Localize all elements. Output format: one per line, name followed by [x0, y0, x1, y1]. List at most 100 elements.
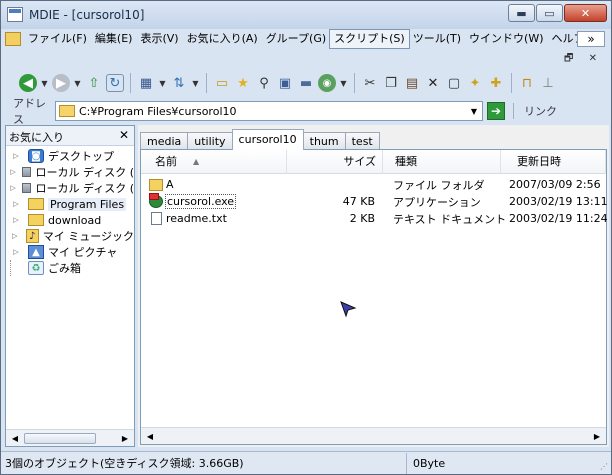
music-folder-icon: ♪ [25, 229, 39, 243]
folder-icon[interactable]: ▭ [213, 74, 231, 92]
file-row[interactable]: cursorol.exe 47 KB アプリケーション 2003/02/19 1… [141, 193, 608, 210]
file-type: テキスト ドキュメント [393, 212, 507, 226]
expand-icon[interactable]: ▷ [10, 152, 22, 160]
toolbar-separator [511, 73, 512, 93]
menu-group[interactable]: グループ(G) [262, 30, 330, 48]
tab-cursorol10[interactable]: cursorol10 [231, 129, 304, 150]
menu-script[interactable]: スクリプト(S) [329, 29, 410, 49]
view-icon[interactable]: ▦ [137, 74, 155, 92]
scroll-right-icon[interactable]: ▶ [590, 430, 604, 443]
maximize-button[interactable]: ▭ [536, 4, 563, 22]
scroll-left-icon[interactable]: ◀ [143, 430, 157, 443]
folder-tabs: media utility cursorol10 thum test [140, 129, 380, 151]
file-row[interactable]: A ファイル フォルダ 2007/03/09 2:56 [141, 176, 606, 193]
tree-item-my-music[interactable]: ▷ ♪ マイ ミュージック [6, 228, 134, 244]
favorites-horizontal-scrollbar[interactable]: ◀ ▶ [6, 429, 134, 446]
tree-item-desktop[interactable]: ▷ ◙ デスクトップ [6, 148, 134, 164]
menu-view[interactable]: 表示(V) [136, 30, 182, 48]
status-object-count: 3個のオブジェクト(空きディスク領域: 3.66GB) [1, 452, 407, 474]
expand-icon[interactable]: ▷ [10, 184, 16, 192]
column-header-type[interactable]: 種類 [383, 150, 501, 174]
tab-thum[interactable]: thum [302, 132, 346, 150]
menu-edit[interactable]: 編集(E) [91, 30, 137, 48]
go-arrow-icon[interactable]: ➔ [487, 102, 505, 120]
network-dropdown-icon[interactable]: ▼ [339, 74, 348, 92]
folder-tree: ▷ ◙ デスクトップ ▷ ローカル ディスク ( ▷ ローカル ディスク ( ▷… [6, 148, 134, 428]
links-label[interactable]: リンク [513, 103, 557, 119]
refresh-icon[interactable]: ↻ [106, 74, 124, 92]
drive-icon [22, 167, 32, 177]
lock-icon[interactable]: ⊓ [518, 74, 536, 92]
resize-grip-icon[interactable]: ⋰ [600, 462, 608, 471]
address-input[interactable]: C:¥Program Files¥cursorol10 ▼ [55, 101, 483, 121]
menu-file[interactable]: ファイル(F) [24, 30, 91, 48]
delete-icon[interactable]: ✕ [424, 74, 442, 92]
folder-icon [28, 198, 44, 210]
menu-favorites[interactable]: お気に入り(A) [183, 30, 262, 48]
app-icon[interactable] [7, 7, 23, 22]
bookmark-icon[interactable]: ✚ [487, 74, 505, 92]
scroll-thumb[interactable] [24, 433, 96, 444]
search-icon[interactable]: ⚲ [255, 74, 273, 92]
expand-icon[interactable]: ▷ [10, 216, 22, 224]
up-folder-icon[interactable]: ⇧ [85, 74, 103, 92]
new-folder-icon[interactable]: ✦ [466, 74, 484, 92]
tree-item-local-disk-1[interactable]: ▷ ローカル ディスク ( [6, 164, 134, 180]
drive-icon[interactable]: ▬ [297, 74, 315, 92]
forward-icon[interactable]: ▶ [52, 74, 70, 92]
text-file-icon [151, 212, 162, 225]
pin-icon[interactable]: ⊥ [539, 74, 557, 92]
mdi-child-controls[interactable]: 🗗 ✕ [564, 51, 603, 68]
back-icon[interactable]: ◀ [19, 74, 37, 92]
tab-media[interactable]: media [140, 132, 189, 150]
view-dropdown-icon[interactable]: ▼ [158, 74, 167, 92]
forward-dropdown-icon[interactable]: ▼ [73, 74, 82, 92]
scroll-left-icon[interactable]: ◀ [8, 432, 22, 445]
file-list: 名前 ▲ サイズ 種類 更新日時 A ファイル フォルダ 2007/03/09 … [140, 149, 608, 445]
window-title: MDIE - [cursorol10] [29, 8, 145, 22]
favorites-pane-header: お気に入り ✕ [6, 126, 134, 146]
thumbnail-icon[interactable]: ▣ [276, 74, 294, 92]
toolbar: ◀ ▼ ▶ ▼ ⇧ ↻ ▦ ▼ ⇅ ▼ ▭ ★ ⚲ ▣ ▬ ◉ ▼ ✂ ❐ ▤ … [5, 67, 605, 99]
file-name[interactable]: cursorol.exe [164, 194, 237, 209]
tab-test[interactable]: test [344, 132, 380, 150]
menu-chevron-button[interactable]: » [577, 31, 605, 47]
favorite-star-icon[interactable]: ★ [234, 74, 252, 92]
title-bar[interactable]: MDIE - [cursorol10] ▬ ▭ ✕ [1, 1, 611, 29]
copy-icon[interactable]: ❐ [382, 74, 400, 92]
expand-icon[interactable]: ▷ [10, 248, 22, 256]
minimize-button[interactable]: ▬ [508, 4, 535, 22]
toolbar-separator [354, 73, 355, 93]
file-list-horizontal-scrollbar[interactable]: ◀ ▶ [141, 427, 606, 444]
tree-item-local-disk-2[interactable]: ▷ ローカル ディスク ( [6, 180, 134, 196]
close-button[interactable]: ✕ [564, 4, 607, 22]
desktop-icon: ◙ [28, 149, 44, 163]
tab-utility[interactable]: utility [187, 132, 233, 150]
file-name[interactable]: A [166, 178, 174, 191]
sort-icon[interactable]: ⇅ [170, 74, 188, 92]
properties-icon[interactable]: ▢ [445, 74, 463, 92]
expand-icon[interactable]: ▷ [10, 200, 22, 208]
paste-icon[interactable]: ▤ [403, 74, 421, 92]
column-header-date[interactable]: 更新日時 [501, 150, 606, 174]
expand-icon[interactable]: ▷ [10, 168, 16, 176]
column-header-name[interactable]: 名前 ▲ [141, 150, 287, 174]
tree-item-recycle-bin[interactable]: ♻ ごみ箱 [6, 260, 134, 276]
back-dropdown-icon[interactable]: ▼ [40, 74, 49, 92]
address-value[interactable]: C:¥Program Files¥cursorol10 [79, 105, 466, 118]
cut-icon[interactable]: ✂ [361, 74, 379, 92]
expand-icon[interactable]: ▷ [10, 232, 20, 240]
file-row[interactable]: readme.txt 2 KB テキスト ドキュメント 2003/02/19 1… [141, 210, 608, 227]
network-icon[interactable]: ◉ [318, 74, 336, 92]
file-name[interactable]: readme.txt [166, 212, 227, 225]
sort-dropdown-icon[interactable]: ▼ [191, 74, 200, 92]
tree-item-program-files[interactable]: ▷ Program Files [6, 196, 134, 212]
menu-tools[interactable]: ツール(T) [409, 30, 465, 48]
tree-item-my-pictures[interactable]: ▷ ▲ マイ ピクチャ [6, 244, 134, 260]
column-header-size[interactable]: サイズ [287, 150, 383, 174]
scroll-right-icon[interactable]: ▶ [118, 432, 132, 445]
address-dropdown-icon[interactable]: ▼ [466, 102, 482, 120]
pane-close-icon[interactable]: ✕ [119, 128, 129, 142]
menu-window[interactable]: ウインドウ(W) [465, 30, 547, 48]
tree-item-download[interactable]: ▷ download [6, 212, 134, 228]
